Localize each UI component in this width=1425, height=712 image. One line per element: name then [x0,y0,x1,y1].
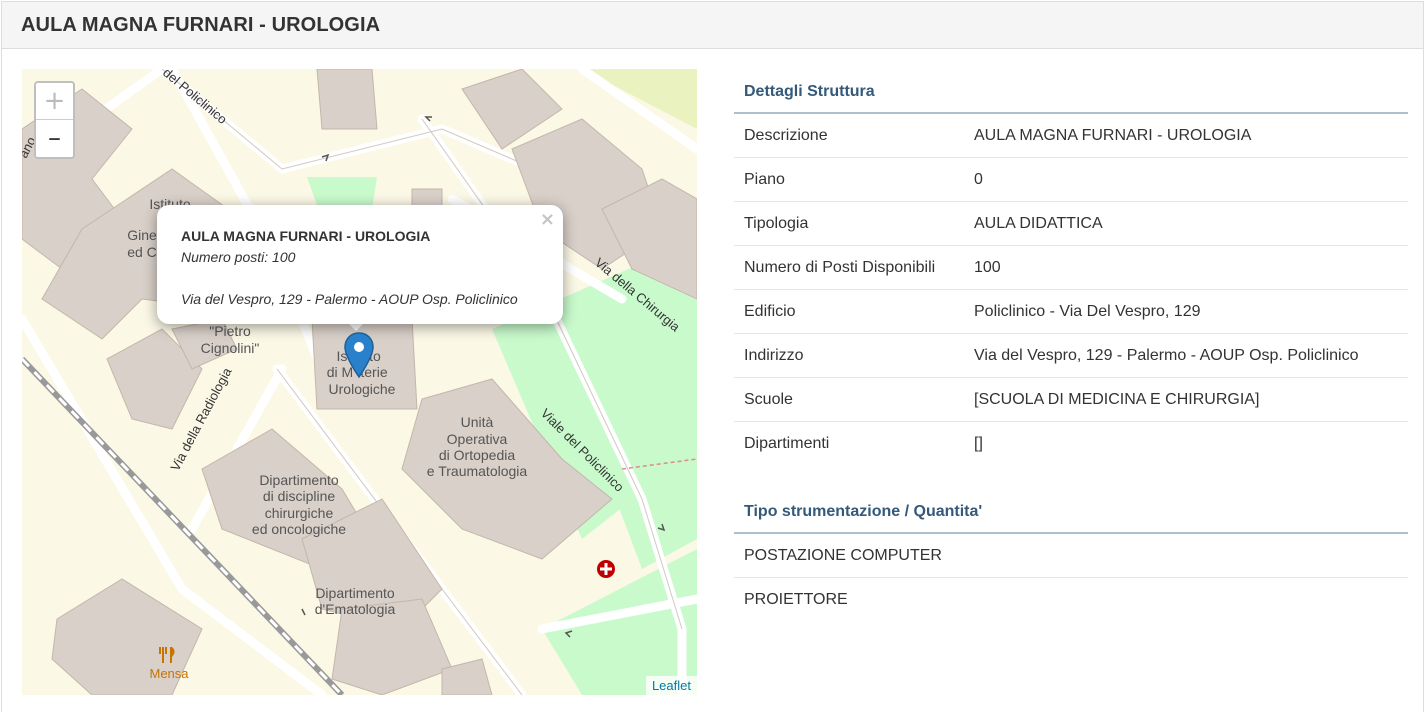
map-label: di discipline [263,488,336,504]
map-label: Operativa [447,431,508,447]
map-tiles[interactable]: Istituto Gine ed C "Pietro Cignolini" Is… [22,69,697,695]
details-row: Dipartimenti [] [734,422,1408,466]
details-key: Tipologia [744,214,809,232]
details-key: Piano [744,170,785,188]
map-label: ed C [127,244,157,260]
map-label: Urologiche [329,381,396,397]
equipment-title: Tipo strumentazione / Quantita' [734,489,1408,534]
map-label: Dipartimento [315,585,395,601]
map-attribution-link[interactable]: Leaflet [645,676,697,695]
details-row: Descrizione AULA MAGNA FURNARI - UROLOGIA [734,114,1408,158]
equipment-table: POSTAZIONE COMPUTER PROIETTORE [734,534,1408,622]
popup-address: Via del Vespro, 129 - Palermo - AOUP Osp… [181,291,518,307]
map-label: e Traumatologia [427,463,528,479]
popup-title: AULA MAGNA FURNARI - UROLOGIA [181,228,431,244]
equipment-name: PROIETTORE [744,591,848,608]
details-value: Policlinico - Via Del Vespro, 129 [974,302,1201,320]
map-pin-icon[interactable] [343,331,375,379]
details-row: Numero di Posti Disponibili 100 [734,246,1408,290]
details-row: Tipologia AULA DIDATTICA [734,202,1408,246]
details-panel: Dettagli Struttura Descrizione AULA MAGNA… [734,69,1408,622]
popup-close-button[interactable]: × [540,209,555,230]
details-value: [] [974,435,983,452]
details-key: Descrizione [744,126,828,144]
zoom-in-button[interactable]: + [36,83,73,120]
details-table: Descrizione AULA MAGNA FURNARI - UROLOGIA… [734,114,1408,466]
map-label: Unità [461,414,494,430]
details-title: Dettagli Struttura [734,69,1408,114]
map-label: ed oncologiche [252,521,346,537]
zoom-out-button[interactable]: – [36,120,73,157]
equipment-row: POSTAZIONE COMPUTER [734,534,1408,578]
details-key: Dipartimenti [744,435,830,452]
map-label: Gine [127,227,157,243]
page-title: AULA MAGNA FURNARI - UROLOGIA [21,14,381,36]
map-popup: × AULA MAGNA FURNARI - UROLOGIA Numero p… [157,205,563,324]
details-value: AULA DIDATTICA [974,214,1103,232]
equipment-row: PROIETTORE [734,578,1408,622]
room-panel: AULA MAGNA FURNARI - UROLOGIA Istituto G… [1,1,1424,712]
zoom-control: + – [34,81,75,159]
map[interactable]: Istituto Gine ed C "Pietro Cignolini" Is… [22,69,697,695]
details-row: Piano 0 [734,158,1408,202]
details-row: Indirizzo Via del Vespro, 129 - Palermo -… [734,334,1408,378]
details-key: Scuole [744,390,793,408]
details-value: Via del Vespro, 129 - Palermo - AOUP Osp… [974,346,1359,364]
details-key: Indirizzo [744,346,804,364]
details-value: 100 [974,258,1001,276]
details-row: Scuole [SCUOLA DI MEDICINA E CHIRURGIA] [734,378,1408,422]
equipment-name: POSTAZIONE COMPUTER [744,546,942,564]
map-label: Mensa [149,666,189,681]
panel-heading: AULA MAGNA FURNARI - UROLOGIA [2,2,1423,49]
details-row: Edificio Policlinico - Via Del Vespro, 12… [734,290,1408,334]
map-label: d'Ematologia [315,601,396,617]
details-key: Edificio [744,302,796,320]
map-label: Dipartimento [259,472,339,488]
building [316,69,378,130]
details-key: Numero di Posti Disponibili [744,258,936,276]
details-value: AULA MAGNA FURNARI - UROLOGIA [974,126,1252,144]
map-label: chirurgiche [265,505,334,521]
popup-seats: Numero posti: 100 [181,249,296,265]
map-label: Cignolini" [201,340,260,356]
map-label: "Pietro [209,323,251,339]
map-label: di Ortopedia [439,447,515,463]
details-value: 0 [974,170,983,188]
details-value: [SCUOLA DI MEDICINA E CHIRURGIA] [974,390,1260,408]
